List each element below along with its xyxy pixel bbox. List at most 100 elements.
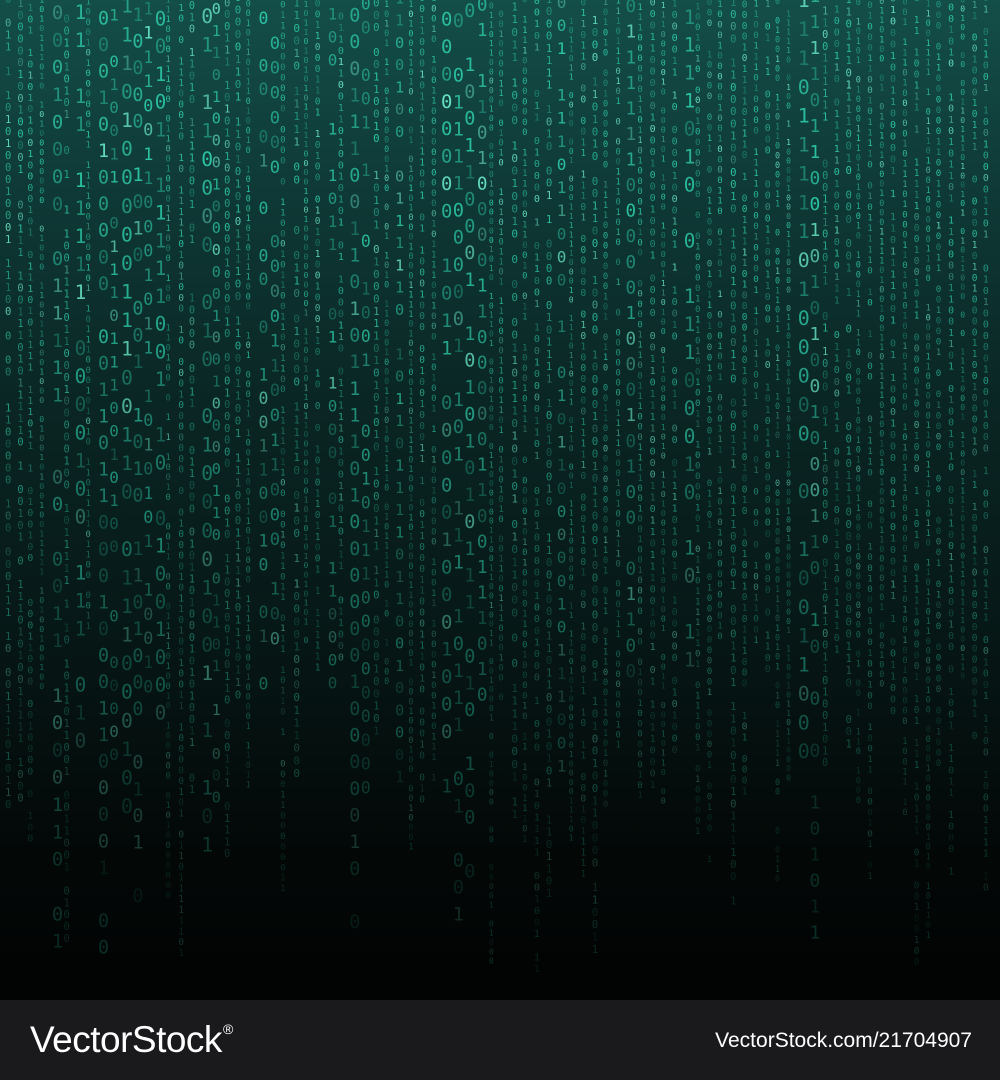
- binary-digit: 0: [926, 313, 931, 323]
- binary-digit: 0: [419, 114, 425, 125]
- binary-digit: 0: [315, 42, 321, 53]
- binary-digit: 1: [86, 550, 91, 560]
- binary-digit: 1: [730, 580, 736, 592]
- binary-digit: 0: [914, 234, 920, 245]
- binary-digit: 1: [246, 38, 251, 48]
- binary-digit: 0: [730, 774, 736, 786]
- binary-digit: 0: [902, 69, 907, 79]
- binary-digit: 0: [948, 350, 954, 361]
- binary-digit: 0: [499, 386, 504, 396]
- binary-digit: 1: [834, 284, 840, 295]
- binary-digit: 1: [522, 517, 527, 527]
- binary-digit: 1: [822, 89, 828, 100]
- binary-digit: 1: [224, 836, 230, 848]
- binary-digit: 0: [707, 343, 712, 353]
- binary-digit: 1: [846, 80, 852, 92]
- binary-digit: 1: [867, 839, 873, 850]
- binary-digit: 0: [972, 622, 978, 633]
- binary-digit: 1: [395, 457, 404, 475]
- binary-digit: 0: [52, 740, 63, 761]
- binary-digit: 1: [948, 25, 954, 36]
- binary-digit: 0: [948, 833, 954, 844]
- binary-digit: 0: [730, 252, 736, 264]
- binary-digit: 0: [464, 216, 475, 237]
- binary-digit: 1: [511, 695, 518, 708]
- binary-digit: 0: [511, 758, 518, 771]
- binary-digit: 1: [672, 469, 678, 480]
- binary-digit: 0: [765, 101, 771, 112]
- binary-digit: 1: [902, 484, 907, 494]
- binary-digit: 1: [926, 568, 931, 578]
- binary-digit: 1: [453, 92, 464, 113]
- binary-digit: 0: [936, 168, 942, 179]
- binary-digit: 0: [27, 508, 33, 519]
- binary-digit: 1: [235, 115, 242, 128]
- binary-digit: 0: [786, 258, 791, 267]
- binary-digit: 0: [581, 557, 587, 568]
- binary-digit: 0: [349, 752, 360, 773]
- binary-digit: 1: [810, 12, 821, 33]
- binary-digit: 0: [730, 798, 736, 810]
- binary-digit: 0: [132, 486, 143, 507]
- binary-digit: 1: [867, 234, 873, 245]
- binary-digit: 1: [373, 564, 379, 577]
- registered-mark: ®: [223, 1021, 233, 1037]
- binary-digit: 1: [616, 188, 621, 198]
- binary-digit: 1: [395, 279, 404, 297]
- binary-digit: 0: [315, 314, 321, 325]
- binary-digit: 1: [650, 561, 656, 572]
- binary-digit: 0: [384, 202, 389, 212]
- binary-digit: 0: [936, 674, 942, 685]
- binary-digit: 0: [902, 190, 907, 200]
- binary-digit: 0: [717, 83, 722, 93]
- binary-digit: 1: [603, 769, 608, 779]
- binary-digit: 0: [246, 644, 251, 654]
- binary-digit: 0: [64, 26, 70, 38]
- binary-digit: 1: [926, 9, 931, 19]
- binary-digit: 0: [224, 175, 230, 187]
- binary-digit: 0: [522, 630, 527, 640]
- binary-digit: 1: [224, 777, 230, 789]
- binary-digit: 0: [695, 86, 700, 96]
- binary-digit: 0: [786, 525, 791, 534]
- binary-digit: 0: [178, 422, 184, 433]
- binary-digit: 1: [17, 532, 23, 544]
- binary-digit: 0: [672, 377, 678, 388]
- binary-digit: 0: [753, 115, 759, 126]
- binary-digit: 1: [395, 768, 404, 786]
- binary-digit: 0: [246, 527, 251, 537]
- binary-digit: 1: [280, 552, 285, 562]
- binary-digit: 0: [384, 502, 389, 512]
- binary-digit: 1: [201, 834, 213, 857]
- binary-digit: 0: [983, 646, 989, 657]
- binary-digit: 1: [798, 47, 810, 70]
- binary-digit: 1: [361, 280, 371, 299]
- binary-digit: 1: [280, 437, 285, 447]
- binary-digit: 0: [753, 264, 759, 275]
- binary-digit: 1: [338, 481, 344, 492]
- binary-digit: 1: [972, 98, 978, 109]
- binary-digit: 0: [246, 566, 251, 576]
- binary-digit: 1: [867, 64, 873, 75]
- binary-digit: 1: [717, 249, 722, 259]
- binary-digit: 0: [581, 471, 587, 482]
- binary-digit: 0: [936, 84, 942, 95]
- binary-digit: 1: [661, 134, 666, 144]
- binary-digit: 0: [224, 718, 230, 730]
- binary-digit: 0: [603, 333, 608, 343]
- binary-digit: 0: [730, 337, 736, 349]
- binary-digit: 0: [499, 515, 504, 525]
- binary-digit: 1: [86, 171, 91, 181]
- binary-digit: 0: [856, 484, 861, 494]
- binary-digit: 1: [867, 191, 873, 202]
- binary-digit: 0: [983, 883, 989, 894]
- binary-digit: 0: [17, 662, 23, 674]
- binary-digit: 0: [235, 140, 242, 153]
- binary-digit: 0: [338, 653, 344, 664]
- binary-digit: 1: [178, 594, 184, 605]
- binary-digit: 1: [315, 336, 321, 347]
- binary-digit: 0: [822, 382, 828, 393]
- binary-digit: 1: [890, 672, 896, 683]
- binary-digit: 1: [419, 520, 425, 531]
- binary-digit: 1: [765, 236, 771, 247]
